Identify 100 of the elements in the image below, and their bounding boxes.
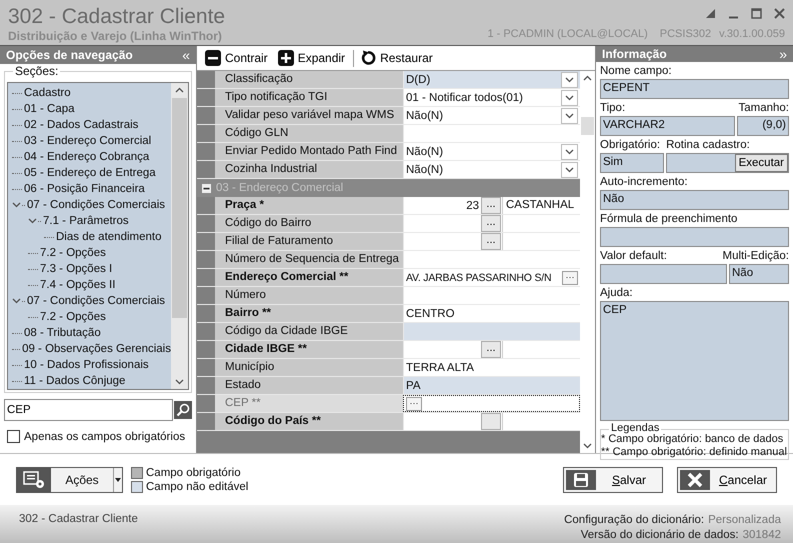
- tree-item[interactable]: Dias de atendimento: [56, 231, 162, 244]
- version-label: v.30.1.00.059: [719, 28, 785, 40]
- lookup-button[interactable]: ...: [481, 233, 501, 250]
- description-field: CASTANHAL: [502, 197, 580, 214]
- field-label: Código da Cidade IBGE: [215, 323, 403, 340]
- field-label: Valor default:: [600, 249, 667, 264]
- tree-item[interactable]: 7.2 - Opções: [40, 247, 106, 260]
- tree-item[interactable]: 06 - Posição Financeira: [24, 183, 145, 196]
- field-label: Município: [215, 359, 403, 376]
- toolbar-button[interactable]: Expandir: [276, 50, 350, 66]
- legend-text: * Campo obrigatório: banco de dados: [601, 433, 784, 446]
- field-label: CEP **: [215, 395, 403, 412]
- sections-label: Seções:: [13, 64, 60, 78]
- legend-title: Legendas: [609, 423, 662, 434]
- tree-item[interactable]: 09 - Observações Gerenciais: [22, 343, 171, 356]
- field-label: Obrigatório:: [600, 138, 660, 154]
- actions-button[interactable]: Ações: [16, 466, 123, 493]
- collapse-button[interactable]: «: [182, 47, 190, 64]
- field-label: Fórmula de preenchimento: [600, 212, 738, 228]
- value-field[interactable]: D(D): [403, 71, 580, 88]
- value-field[interactable]: ···: [403, 395, 580, 412]
- info-field: (9,0): [737, 116, 789, 136]
- value-field[interactable]: Não(N): [403, 143, 580, 160]
- field-label: Número: [215, 287, 403, 304]
- info-field: Não: [600, 190, 789, 210]
- save-button[interactable]: Salvar: [563, 466, 663, 493]
- field-label: Bairro **: [215, 305, 403, 322]
- tree-item[interactable]: 07 - Condições Comerciais: [27, 199, 166, 212]
- field-label: Código do Bairro: [215, 215, 403, 232]
- search-field[interactable]: CEP: [4, 399, 173, 422]
- checkbox-label: Apenas os campos obrigatórios: [24, 430, 186, 443]
- value-field[interactable]: ...: [403, 233, 502, 250]
- value-field[interactable]: AV. JARBAS PASSARINHO S/N ···: [403, 269, 580, 286]
- field-label: Rotina cadastro:: [666, 138, 750, 154]
- value-field[interactable]: 01 - Notificar todos(01): [403, 89, 580, 106]
- execute-button[interactable]: Executar: [734, 154, 788, 172]
- lookup-button[interactable]: ...: [481, 215, 501, 232]
- field-label: Auto-incremento:: [600, 175, 689, 190]
- tree-item[interactable]: 04 - Endereço Cobrança: [24, 151, 150, 164]
- tree-item[interactable]: 03 - Endereço Comercial: [24, 135, 152, 148]
- tree-item[interactable]: 07 - Condições Comerciais: [27, 295, 166, 308]
- tree-item[interactable]: 02 - Dados Cadastrais: [24, 119, 138, 132]
- value-field[interactable]: 23 ...: [403, 197, 502, 214]
- user-label: 1 - PCADMIN (LOCAL@LOCAL): [487, 28, 648, 40]
- legend-label: Campo não editável: [146, 480, 248, 494]
- value-field[interactable]: Não(N): [403, 107, 580, 124]
- field-label: Cozinha Industrial: [215, 161, 403, 178]
- tree-item[interactable]: 01 - Capa: [24, 103, 75, 116]
- tree-item[interactable]: 08 - Tributação: [24, 327, 101, 340]
- tree-item[interactable]: 05 - Endereço de Entrega: [24, 167, 156, 180]
- toolbar-button[interactable]: Restaurar: [358, 50, 437, 66]
- info-field: CEPENT: [600, 79, 789, 100]
- field-label: Multi-Edição:: [722, 249, 789, 264]
- field-label: Filial de Faturamento: [215, 233, 403, 250]
- program-code: PCSIS302: [660, 28, 712, 40]
- field-label: Estado: [215, 377, 403, 394]
- info-field: VARCHAR2: [600, 116, 735, 136]
- info-field: Não: [729, 264, 789, 284]
- field-label: Tipo notificação TGI: [215, 89, 403, 106]
- info-field: CEP: [600, 301, 789, 422]
- field-label: Nome campo:: [600, 64, 673, 80]
- lookup-button[interactable]: ...: [481, 341, 501, 358]
- field-label: Endereço Comercial **: [215, 269, 403, 286]
- value-field[interactable]: TERRA ALTA: [403, 359, 580, 376]
- tree-item[interactable]: 7.4 - Opções II: [40, 279, 116, 292]
- status-value: 301842: [742, 529, 781, 541]
- value-field[interactable]: PA: [403, 377, 580, 394]
- value-field[interactable]: ...: [403, 215, 502, 232]
- field-label: Praça *: [215, 197, 403, 214]
- field-label: Número de Sequencia de Entrega: [215, 251, 403, 268]
- tree-item[interactable]: 11 - Dados Cônjuge: [24, 375, 126, 388]
- value-field[interactable]: CENTRO: [403, 305, 580, 322]
- field-label: Ajuda:: [600, 286, 634, 302]
- window-subtitle: Distribuição e Varejo (Linha WinThor): [8, 29, 223, 44]
- toolbar-button[interactable]: Contrair: [203, 50, 272, 66]
- field-label: Código do País **: [215, 413, 403, 430]
- lookup-button[interactable]: ...: [481, 197, 501, 214]
- field-label: Enviar Pedido Montado Path Find: [215, 143, 403, 160]
- tree-item[interactable]: 7.1 - Parâmetros: [43, 215, 129, 228]
- expand-button[interactable]: »: [779, 46, 787, 62]
- ellipsis-button[interactable]: ···: [406, 396, 422, 411]
- tree-item[interactable]: 7.2 - Opções: [40, 311, 106, 324]
- cancel-button[interactable]: Cancelar: [677, 466, 777, 493]
- legend-text: ** Campo obrigatório: definido manual: [601, 446, 788, 460]
- ellipsis-button[interactable]: ···: [562, 270, 578, 285]
- field-label: Código GLN: [215, 125, 403, 142]
- status-text: 302 - Cadastrar Cliente: [19, 513, 138, 527]
- value-field[interactable]: ...: [403, 341, 502, 358]
- field-label: Tamanho:: [738, 101, 789, 116]
- panel-title: Informação: [602, 47, 667, 62]
- tree-item[interactable]: Cadastro: [24, 87, 71, 100]
- status-label: Configuração do dicionário:: [564, 514, 704, 526]
- status-label: Versão do dicionário de dados:: [580, 529, 739, 541]
- tree-item[interactable]: 7.3 - Opções I: [40, 263, 112, 276]
- field-label: Classificação: [215, 71, 403, 88]
- legend-label: Campo obrigatório: [146, 466, 241, 480]
- window-title: 302 - Cadastrar Cliente: [8, 5, 226, 29]
- tree-item[interactable]: 10 - Dados Profissionais: [24, 359, 149, 372]
- panel-title: Opções de navegação: [6, 48, 133, 62]
- value-field[interactable]: Não(N): [403, 161, 580, 178]
